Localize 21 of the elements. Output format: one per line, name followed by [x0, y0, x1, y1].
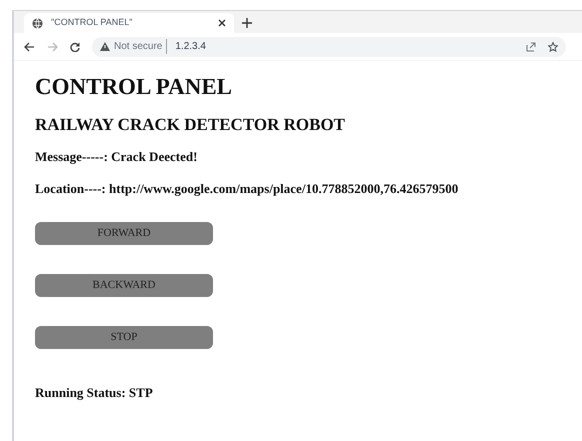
star-icon[interactable] — [548, 42, 558, 52]
globe-icon — [32, 18, 43, 28]
security-label: Not secure — [114, 39, 168, 54]
new-tab-icon[interactable] — [242, 18, 252, 28]
running-status: Running Status: STP — [35, 384, 154, 402]
share-icon[interactable] — [526, 42, 536, 52]
close-icon[interactable] — [218, 19, 226, 27]
url-text: 1.2.3.4 — [174, 40, 207, 54]
browser-tab[interactable]: "CONTROL PANEL" — [24, 13, 234, 33]
back-icon[interactable] — [24, 42, 35, 52]
info-line: Message-----: Crack Deected! — [35, 148, 198, 166]
warning-icon — [100, 42, 110, 51]
page-subtitle: RAILWAY CRACK DETECTOR ROBOT — [35, 114, 346, 136]
command-button[interactable]: STOP — [35, 326, 213, 349]
reload-icon[interactable] — [70, 42, 80, 52]
command-button[interactable]: FORWARD — [35, 222, 213, 245]
address-bar[interactable]: Not secure 1.2.3.4 — [92, 36, 566, 56]
command-button[interactable]: BACKWARD — [35, 274, 213, 297]
tab-title: "CONTROL PANEL" — [51, 16, 134, 30]
info-line: Location----: http://www.google.com/maps/place/10.778852000,76.426579500 — [35, 180, 460, 198]
page-title: CONTROL PANEL — [35, 73, 234, 101]
